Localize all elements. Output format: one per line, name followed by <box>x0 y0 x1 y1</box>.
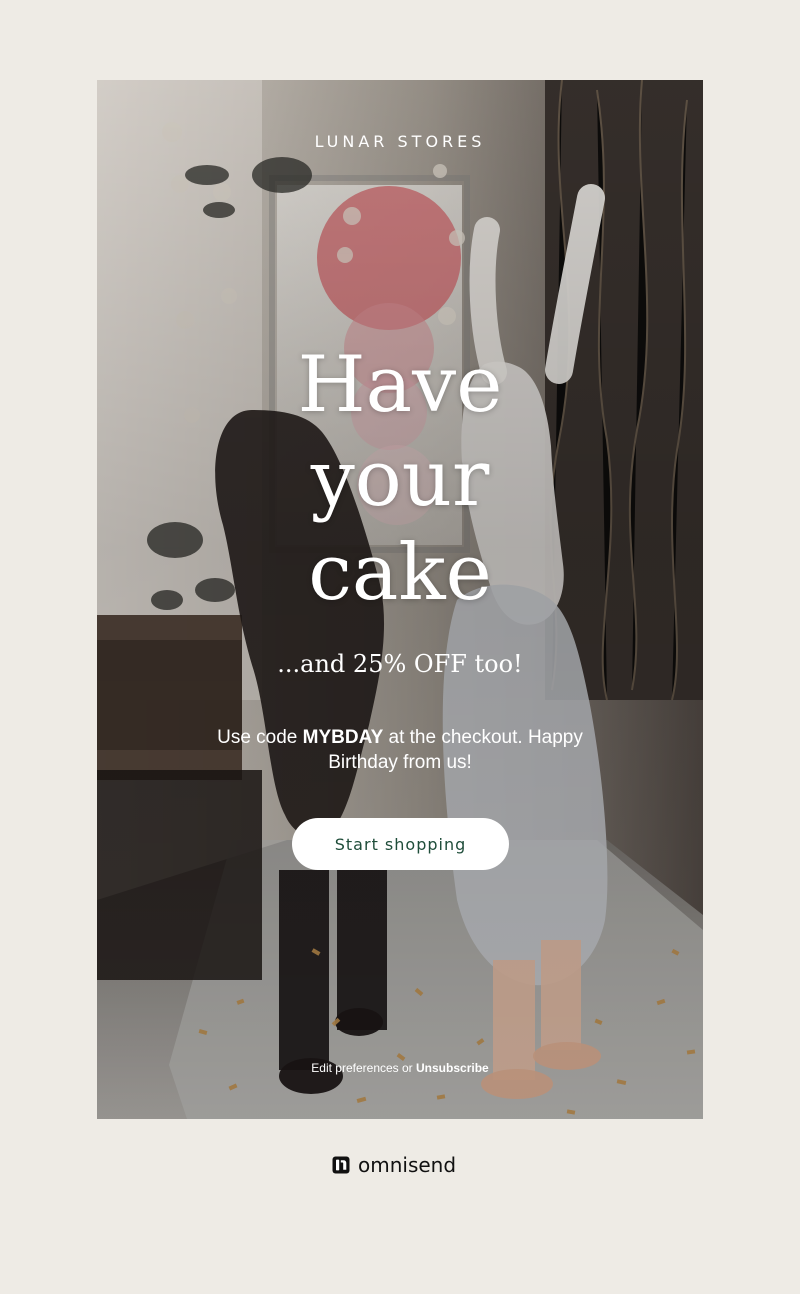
headline-line-2: your <box>310 434 490 524</box>
omnisend-brand-name: omnisend <box>358 1153 457 1177</box>
promo-message: Use code MYBDAY at the checkout. Happy B… <box>187 725 613 775</box>
headline-line-1: Have <box>297 340 503 430</box>
email-preferences-links: Edit preferences or Unsubscribe <box>97 1061 703 1075</box>
omnisend-logo-icon <box>332 1156 350 1174</box>
headline-line-3: cake <box>308 528 492 618</box>
unsubscribe-link[interactable]: Unsubscribe <box>416 1061 489 1075</box>
promo-code: MYBDAY <box>302 727 384 748</box>
edit-preferences-link[interactable]: Edit preferences <box>311 1061 398 1075</box>
start-shopping-button[interactable]: Start shopping <box>292 818 509 870</box>
discount-subheadline: ...and 25% OFF too! <box>277 650 523 678</box>
promo-message-prefix: Use code <box>217 727 303 748</box>
preferences-separator: or <box>398 1061 417 1075</box>
email-hero-card: LUNAR STORES Have your cake ...and 25% O… <box>97 80 703 1119</box>
store-brand-name: LUNAR STORES <box>314 132 486 151</box>
omnisend-footer-brand[interactable]: omnisend <box>332 1153 456 1177</box>
hero-headline: Have your cake <box>97 338 703 620</box>
